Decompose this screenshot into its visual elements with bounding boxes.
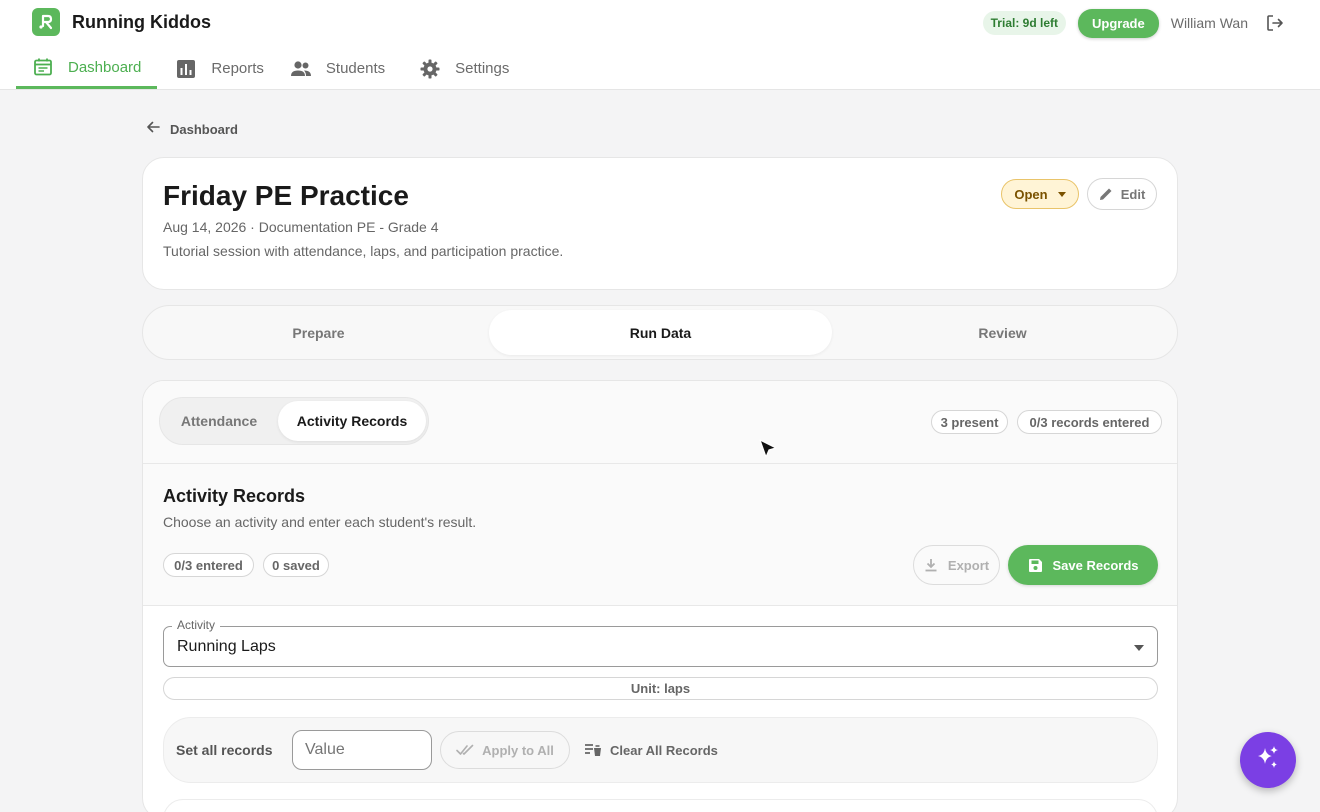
double-check-icon [456, 744, 474, 756]
status-label: Open [1014, 186, 1048, 202]
section-subtitle: Choose an activity and enter each studen… [163, 514, 477, 530]
session-title: Friday PE Practice [163, 180, 409, 211]
segment-activity-records[interactable]: Activity Records [278, 401, 426, 441]
segment-attendance[interactable]: Attendance [164, 401, 274, 441]
export-label: Export [947, 557, 990, 573]
apply-to-all-label: Apply to All [482, 742, 554, 758]
arrow-left-icon [146, 120, 160, 139]
brand[interactable]: Running Kiddos [32, 8, 211, 36]
assistant-fab[interactable] [1240, 732, 1296, 788]
sparkle-icon [1255, 745, 1281, 776]
people-icon [290, 58, 312, 80]
session-card: Friday PE Practice Aug 14, 2026 · Docume… [142, 157, 1178, 290]
bulk-set-label: Set all records [176, 742, 273, 758]
panel-header: Attendance Activity Records 3 present 0/… [143, 381, 1177, 464]
pencil-icon [1099, 187, 1113, 201]
edit-button[interactable]: Edit [1087, 178, 1157, 210]
session-meta: Aug 14, 2026 · Documentation PE - Grade … [163, 219, 439, 235]
apply-to-all-button[interactable]: Apply to All [440, 731, 570, 769]
activity-selected-value: Running Laps [177, 638, 276, 655]
clear-list-icon [584, 743, 602, 757]
record-type-segment: Attendance Activity Records [159, 397, 429, 445]
save-records-label: Save Records [1052, 557, 1139, 573]
saved-count-badge: 0 saved [263, 553, 329, 577]
tab-review[interactable]: Review [831, 310, 1174, 355]
activity-records-section: Activity Records Choose an activity and … [143, 464, 1177, 606]
nav-label-dashboard: Dashboard [68, 58, 142, 76]
mouse-cursor-icon [758, 438, 780, 460]
calendar-icon [32, 56, 54, 78]
breadcrumb-label: Dashboard [170, 121, 238, 137]
nav-item-reports[interactable]: Reports [157, 48, 278, 89]
download-icon [924, 558, 938, 572]
activity-select[interactable]: Activity Running Laps [163, 618, 1158, 667]
caret-down-icon [1134, 645, 1144, 651]
main-nav: Dashboard Reports Students Settings [16, 48, 523, 90]
user-name[interactable]: William Wan [1171, 15, 1248, 31]
save-records-button[interactable]: Save Records [1008, 545, 1158, 585]
tab-run-data[interactable]: Run Data [489, 310, 832, 355]
run-data-panel: Attendance Activity Records 3 present 0/… [142, 380, 1178, 812]
records-entered-badge: 0/3 records entered [1017, 410, 1162, 434]
nav-label-students: Students [325, 60, 386, 77]
stage-tabs: Prepare Run Data Review [142, 305, 1178, 360]
section-title: Activity Records [163, 486, 306, 506]
nav-label-settings: Settings [455, 60, 510, 77]
upgrade-button[interactable]: Upgrade [1078, 8, 1159, 38]
list-item [163, 799, 1158, 812]
edit-label: Edit [1120, 186, 1146, 202]
gear-icon [419, 58, 441, 80]
unit-badge: Unit: laps [163, 677, 1158, 700]
activity-select-label: Activity [172, 618, 221, 632]
logout-icon[interactable] [1266, 14, 1284, 32]
entered-count-badge: 0/3 entered [163, 553, 254, 577]
session-description: Tutorial session with attendance, laps, … [163, 243, 564, 259]
breadcrumb[interactable]: Dashboard [146, 120, 238, 138]
nav-item-settings[interactable]: Settings [399, 48, 523, 89]
caret-down-icon [1057, 191, 1066, 197]
bar-chart-icon [175, 58, 197, 80]
tab-prepare[interactable]: Prepare [147, 310, 490, 355]
account-area: Trial: 9d left Upgrade William Wan [982, 8, 1284, 38]
nav-item-dashboard[interactable]: Dashboard [16, 48, 158, 89]
nav-label-reports: Reports [211, 60, 264, 77]
clear-all-records-label: Clear All Records [610, 742, 718, 758]
bulk-set-bar: Set all records Apply to All Clear All R… [163, 717, 1158, 783]
top-bar: Running Kiddos Trial: 9d left Upgrade Wi… [0, 0, 1320, 90]
app-name: Running Kiddos [72, 11, 211, 32]
floppy-disk-icon [1028, 558, 1043, 573]
clear-all-records-button[interactable]: Clear All Records [584, 731, 734, 769]
trial-badge: Trial: 9d left [982, 11, 1066, 35]
bulk-value-input[interactable] [292, 730, 432, 770]
status-dropdown[interactable]: Open [1001, 179, 1079, 209]
brand-logo-icon [32, 8, 60, 36]
nav-item-students[interactable]: Students [278, 48, 399, 89]
present-count-badge: 3 present [931, 410, 1008, 434]
export-button[interactable]: Export [913, 545, 1000, 585]
